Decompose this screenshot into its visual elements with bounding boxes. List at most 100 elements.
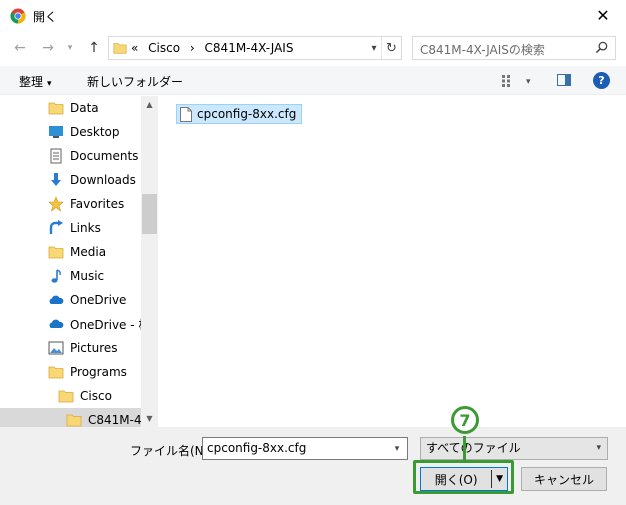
help-icon: ?	[598, 74, 605, 87]
step-number: 7	[459, 410, 471, 430]
desktop-icon	[48, 124, 64, 140]
file-list[interactable]: cpconfig-8xx.cfg	[158, 96, 626, 427]
file-type-select[interactable]: すべてのファイル ▾	[420, 437, 608, 460]
filename-field[interactable]: cpconfig-8xx.cfg	[202, 437, 408, 460]
sidebar-item[interactable]: Data	[0, 96, 141, 120]
folder-icon	[48, 100, 64, 116]
chevron-down-icon: ▾	[371, 42, 377, 54]
sidebar-item[interactable]: OneDrive	[0, 288, 141, 312]
breadcrumb-item-c841m[interactable]: C841M-4X-JAIS	[205, 41, 294, 55]
new-folder-label: 新しいフォルダー	[87, 75, 184, 89]
sidebar-item-label: C841M-4X	[88, 413, 141, 427]
navigation-pane[interactable]: Data Desktop Documents Downloads Favorites Li…	[0, 96, 158, 427]
scroll-down-button[interactable]: ▼	[141, 410, 158, 427]
sidebar-item-label: OneDrive	[70, 293, 127, 307]
chrome-icon	[10, 8, 26, 24]
sidebar-item-label: Links	[70, 221, 101, 235]
sidebar-item-label: Programs	[70, 365, 127, 379]
sidebar-item[interactable]: Music	[0, 264, 141, 288]
scroll-up-button[interactable]: ▲	[141, 96, 158, 113]
refresh-button[interactable]: ↻	[381, 37, 401, 59]
sidebar-item[interactable]: Desktop	[0, 120, 141, 144]
sidebar-item[interactable]: Media	[0, 240, 141, 264]
file-icon	[180, 106, 192, 122]
filename-history-button[interactable]: ▾	[387, 438, 407, 459]
sidebar-item-label: Desktop	[70, 125, 120, 139]
file-type-value: すべてのファイル	[426, 441, 521, 455]
forward-button[interactable]: →	[38, 39, 58, 57]
sidebar-item-label: Cisco	[80, 389, 112, 403]
refresh-icon: ↻	[386, 40, 397, 56]
title-bar: 開く ✕	[0, 0, 626, 31]
breadcrumb-overflow[interactable]: «	[131, 41, 138, 55]
sidebar-item-label: Downloads	[70, 173, 136, 187]
file-name: cpconfig-8xx.cfg	[197, 107, 297, 121]
cancel-button-label: キャンセル	[533, 472, 594, 487]
sidebar-item-label: Data	[70, 101, 99, 115]
cancel-button[interactable]: キャンセル	[521, 467, 607, 491]
search-input[interactable]: C841M-4X-JAISの検索	[420, 41, 545, 58]
star-icon	[48, 196, 64, 212]
folder-icon	[113, 43, 127, 54]
breadcrumb-item-cisco[interactable]: Cisco	[148, 41, 180, 55]
search-box[interactable]: C841M-4X-JAISの検索	[412, 36, 616, 60]
sidebar-item[interactable]: Pictures	[0, 336, 141, 360]
chevron-down-icon: ▾	[67, 43, 73, 53]
new-folder-button[interactable]: 新しいフォルダー	[87, 73, 183, 90]
chevron-down-icon: ▾	[526, 77, 531, 87]
folder-icon	[66, 412, 82, 427]
address-dropdown-button[interactable]: ▾	[367, 40, 381, 56]
navigation-scrollbar[interactable]: ▲ ▼	[141, 96, 158, 427]
sidebar-item[interactable]: OneDrive - 株	[0, 312, 141, 336]
cloud-icon	[48, 292, 64, 308]
up-button[interactable]: ↑	[84, 39, 104, 57]
sidebar-item-label: Documents	[70, 149, 139, 163]
sidebar-item[interactable]: Documents	[0, 144, 141, 168]
recent-locations-button[interactable]: ▾	[60, 39, 80, 57]
sidebar-item[interactable]: C841M-4X	[0, 408, 141, 427]
music-icon	[48, 268, 64, 284]
sidebar-item[interactable]: Links	[0, 216, 141, 240]
preview-pane-button[interactable]	[557, 74, 571, 86]
sidebar-item-label: Pictures	[70, 341, 118, 355]
organize-label: 整理	[19, 75, 44, 89]
scrollbar-thumb[interactable]	[142, 194, 157, 234]
close-button[interactable]: ✕	[580, 0, 626, 31]
cloud-icon	[48, 316, 64, 332]
dialog-footer: ファイル名(N): cpconfig-8xx.cfg ▾ すべてのファイル ▾ …	[0, 427, 626, 505]
search-icon	[595, 41, 608, 54]
file-item[interactable]: cpconfig-8xx.cfg	[176, 104, 303, 124]
change-view-button[interactable]: ▾	[502, 73, 531, 87]
sidebar-item[interactable]: Downloads	[0, 168, 141, 192]
callout-line	[463, 436, 466, 461]
breadcrumb-separator[interactable]: ›	[190, 41, 195, 55]
chevron-down-icon: ▾	[394, 443, 400, 454]
forward-arrow-icon: →	[42, 40, 54, 56]
chevron-down-icon: ▾	[47, 79, 52, 89]
view-list-icon	[502, 74, 510, 87]
pictures-icon	[48, 340, 64, 356]
downloads-icon	[48, 172, 64, 188]
folder-icon	[48, 244, 64, 260]
command-bar: 整理 ▾ 新しいフォルダー ▾ ?	[0, 66, 626, 95]
filename-label: ファイル名(N):	[130, 444, 213, 458]
folder-icon	[48, 364, 64, 380]
help-button[interactable]: ?	[593, 72, 610, 89]
folder-icon	[58, 388, 74, 404]
back-button[interactable]: ←	[10, 39, 30, 57]
window-title: 開く	[33, 10, 58, 24]
back-arrow-icon: ←	[14, 40, 26, 56]
sidebar-item-label: OneDrive - 株	[70, 317, 141, 332]
highlight-box	[413, 460, 514, 494]
sidebar-item[interactable]: Cisco	[0, 384, 141, 408]
sidebar-item-label: Music	[70, 269, 105, 283]
sidebar-item[interactable]: Programs	[0, 360, 141, 384]
step-number-badge: 7	[451, 406, 479, 434]
close-icon: ✕	[596, 6, 610, 25]
organize-button[interactable]: 整理 ▾	[19, 73, 52, 90]
up-arrow-icon: ↑	[88, 40, 100, 56]
documents-icon	[48, 148, 64, 164]
links-icon	[48, 220, 64, 236]
address-bar[interactable]: « Cisco › C841M-4X-JAIS ▾ ↻	[108, 36, 402, 60]
sidebar-item[interactable]: Favorites	[0, 192, 141, 216]
